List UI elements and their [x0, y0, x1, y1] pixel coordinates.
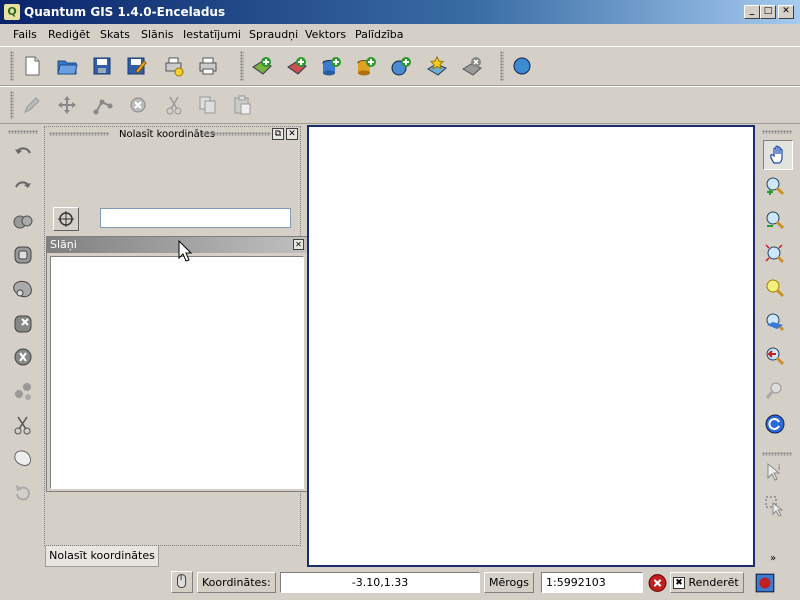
print-icon[interactable]: [196, 54, 220, 78]
layers-list[interactable]: [50, 256, 304, 489]
pan-icon[interactable]: [763, 140, 793, 170]
layers-panel: Slāņi ✕: [46, 236, 308, 492]
add-spatialite-layer-icon[interactable]: [354, 54, 378, 78]
window-title: Quantum GIS 1.4.0-Enceladus: [24, 5, 226, 19]
map-canvas[interactable]: [307, 125, 755, 567]
menu-iestatijumi[interactable]: Iestatījumi: [183, 28, 241, 41]
main-toolbar: [0, 46, 800, 86]
toolbar-grip[interactable]: [8, 130, 38, 134]
move-feature-icon[interactable]: [55, 93, 79, 117]
qgis-app-icon: Q: [4, 4, 20, 20]
zoom-actual-size-icon[interactable]: [763, 378, 787, 402]
add-ring-icon[interactable]: [11, 243, 35, 267]
undo-icon[interactable]: [11, 140, 35, 164]
add-vector-layer-icon[interactable]: [250, 54, 274, 78]
redo-icon[interactable]: [11, 174, 35, 198]
reshape-icon[interactable]: [11, 379, 35, 403]
mouse-cursor-icon: [178, 240, 192, 262]
merge-features-icon[interactable]: [11, 446, 35, 470]
mouse-coordinates-icon[interactable]: [171, 571, 193, 593]
menu-vektors[interactable]: Vektors: [305, 28, 346, 41]
zoom-last-icon[interactable]: [763, 344, 787, 368]
delete-selected-icon[interactable]: [126, 93, 150, 117]
menu-palidziba[interactable]: Palīdzība: [355, 28, 404, 41]
zoom-to-selection-icon[interactable]: [763, 276, 787, 300]
select-icon[interactable]: [763, 494, 787, 518]
digitizing-toolbar: [0, 86, 800, 124]
add-island-icon[interactable]: [11, 277, 35, 301]
menu-slanis[interactable]: Slānis: [141, 28, 174, 41]
title-bar: Q Quantum GIS 1.4.0-Enceladus _ □ ✕: [0, 0, 800, 24]
scale-label: Mērogs: [484, 572, 534, 593]
crosshair-icon: [58, 211, 74, 227]
save-as-icon[interactable]: [124, 54, 148, 78]
dock-grip[interactable]: [49, 132, 109, 136]
toolbar-grip[interactable]: [10, 51, 14, 81]
layers-close-button[interactable]: ✕: [293, 239, 304, 250]
identify-icon[interactable]: i: [763, 460, 787, 484]
zoom-out-icon[interactable]: [763, 208, 787, 232]
toolbar-overflow-icon[interactable]: »: [770, 553, 776, 564]
coordinates-field[interactable]: -3.10,1.33: [280, 572, 480, 593]
delete-ring-icon[interactable]: [11, 312, 35, 336]
render-toggle[interactable]: ✖ Renderēt: [670, 572, 744, 593]
remove-layer-icon[interactable]: [460, 54, 484, 78]
menu-spraudni[interactable]: Spraudņi: [249, 28, 298, 41]
dock-float-button[interactable]: ⧉: [272, 128, 284, 140]
add-raster-layer-icon[interactable]: [285, 54, 309, 78]
delete-part-icon[interactable]: [11, 345, 35, 369]
render-checkbox[interactable]: ✖: [673, 577, 685, 589]
split-features-icon[interactable]: [11, 413, 35, 437]
simplify-feature-icon[interactable]: [11, 208, 35, 232]
node-tool-icon[interactable]: [91, 93, 115, 117]
status-bar: Koordinātes: -3.10,1.33 Mērogs 1:5992103…: [0, 570, 800, 600]
toolbar-grip[interactable]: [762, 452, 792, 456]
capture-coordinate-button[interactable]: [53, 207, 79, 231]
new-vector-layer-icon[interactable]: [425, 54, 449, 78]
rotate-point-symbols-icon[interactable]: [11, 481, 35, 505]
advanced-editing-toolbar: [0, 126, 44, 572]
copy-features-icon[interactable]: [196, 93, 220, 117]
menu-skats[interactable]: Skats: [100, 28, 130, 41]
menu-rediget[interactable]: Rediģēt: [48, 28, 90, 41]
toolbar-grip[interactable]: [762, 130, 792, 134]
projection-icon[interactable]: [754, 572, 776, 594]
globe-icon[interactable]: [510, 54, 534, 78]
paste-features-icon[interactable]: [230, 93, 254, 117]
refresh-icon[interactable]: [763, 412, 787, 436]
coordinates-label: Koordinātes:: [197, 572, 276, 593]
coordinate-input[interactable]: [100, 208, 291, 228]
add-postgis-layer-icon[interactable]: [319, 54, 343, 78]
zoom-to-layer-icon[interactable]: [763, 310, 787, 334]
new-project-icon[interactable]: [20, 54, 44, 78]
menu-bar: Fails Rediģēt Skats Slānis Iestatījumi S…: [0, 24, 800, 44]
render-label: Renderēt: [688, 576, 739, 589]
stop-rendering-icon[interactable]: [647, 572, 668, 593]
open-project-icon[interactable]: [55, 54, 79, 78]
minimize-button[interactable]: _: [744, 5, 760, 19]
add-wms-layer-icon[interactable]: [389, 54, 413, 78]
new-print-composer-icon[interactable]: [162, 54, 186, 78]
scale-field[interactable]: 1:5992103: [541, 572, 643, 593]
toggle-editing-icon[interactable]: [20, 93, 44, 117]
menu-fails[interactable]: Fails: [13, 28, 37, 41]
toolbar-grip[interactable]: [500, 51, 504, 81]
dock-grip[interactable]: [201, 132, 271, 136]
map-navigation-toolbar: i »: [758, 126, 796, 572]
svg-text:i: i: [778, 463, 780, 472]
zoom-full-icon[interactable]: [763, 242, 787, 266]
toolbar-grip[interactable]: [10, 91, 14, 119]
tab-nolasit-koordinates[interactable]: Nolasīt koordinātes: [45, 546, 159, 567]
maximize-button[interactable]: □: [760, 5, 776, 19]
layers-panel-title[interactable]: Slāņi: [47, 237, 307, 253]
cut-features-icon[interactable]: [162, 93, 186, 117]
save-project-icon[interactable]: [90, 54, 114, 78]
close-button[interactable]: ✕: [778, 5, 794, 19]
toolbar-grip[interactable]: [240, 51, 244, 81]
zoom-in-icon[interactable]: [763, 174, 787, 198]
dock-close-button[interactable]: ✕: [286, 128, 298, 140]
